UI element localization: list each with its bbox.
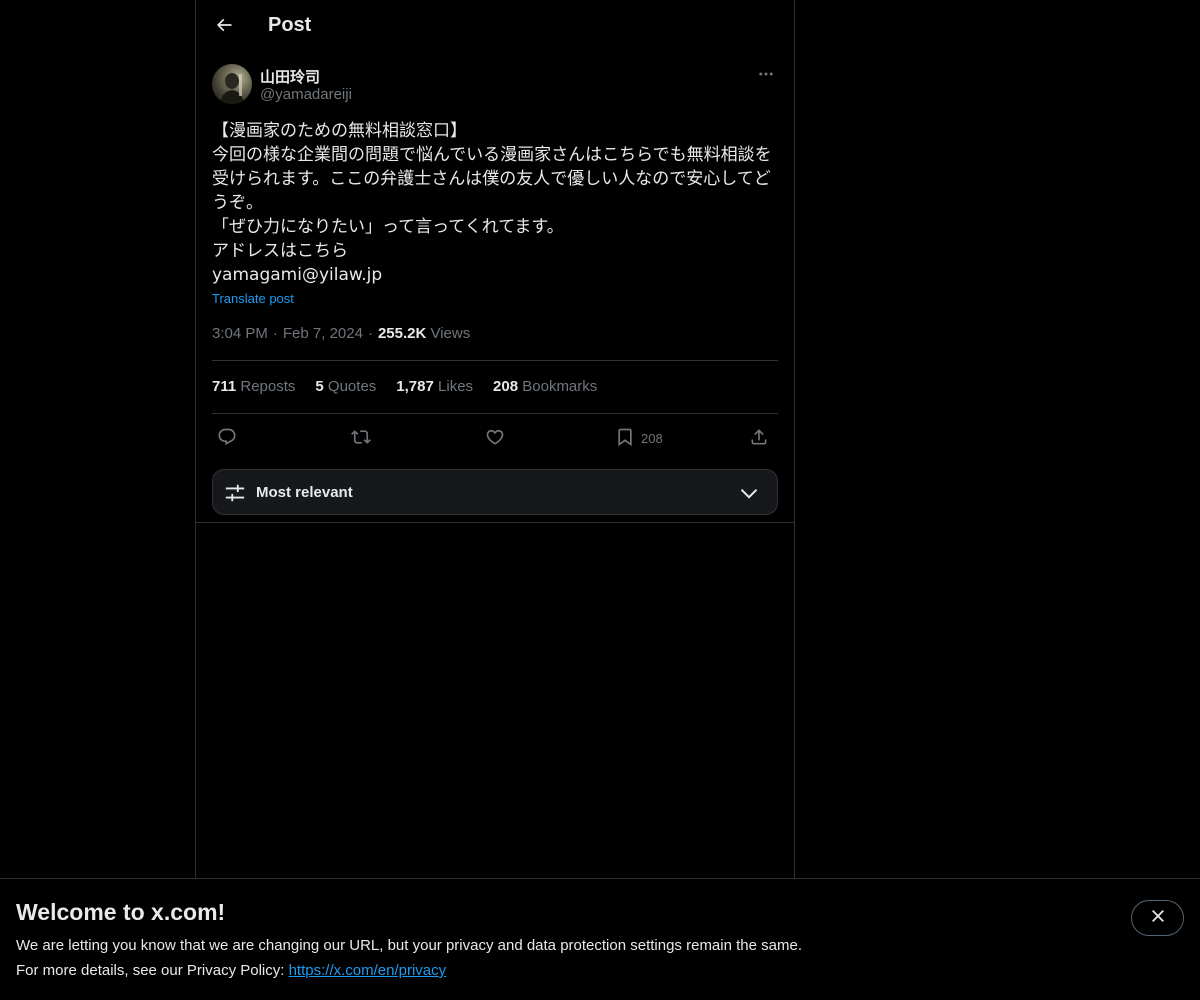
banner-privacy-note: For more details, see our Privacy Policy… <box>16 962 446 979</box>
reposts-label: Reposts <box>240 378 296 395</box>
reposts-count: 711 <box>212 378 237 395</box>
share-button[interactable] <box>749 424 769 452</box>
quotes-label: Quotes <box>327 378 377 395</box>
banner-title: Welcome to x.com! <box>16 899 226 925</box>
post-actions: 208 <box>212 424 778 452</box>
more-horizontal-icon <box>757 65 775 88</box>
close-icon <box>1150 908 1166 929</box>
post-stats: 711 Reposts 5 Quotes 1,787 Likes 208 Boo… <box>212 378 597 395</box>
privacy-policy-link[interactable]: https://x.com/en/privacy <box>289 962 447 979</box>
heart-icon <box>485 427 505 450</box>
separator: · <box>367 325 373 342</box>
close-banner-button[interactable] <box>1131 900 1184 936</box>
arrow-left-icon <box>214 15 234 40</box>
reply-sort-selector[interactable]: Most relevant <box>212 469 778 515</box>
primary-column: Post 山田玲司 @yamadareiji 【漫画家のための無料相談窓口】 今… <box>195 0 795 880</box>
author-display-name[interactable]: 山田玲司 <box>260 66 320 87</box>
bookmark-action-count: 208 <box>641 430 663 446</box>
like-button[interactable] <box>485 424 505 452</box>
likes-stat[interactable]: 1,787 Likes <box>396 378 473 395</box>
banner-message: We are letting you know that we are chan… <box>16 937 802 954</box>
bookmarks-stat[interactable]: 208 Bookmarks <box>493 378 597 395</box>
page-title: Post <box>268 14 312 36</box>
reply-icon <box>217 427 237 450</box>
quotes-count: 5 <box>315 378 324 395</box>
reposts-stat[interactable]: 711 Reposts <box>212 378 295 395</box>
more-options-button[interactable] <box>754 64 778 88</box>
post-time[interactable]: 3:04 PM <box>212 325 268 342</box>
post-meta: 3:04 PM · Feb 7, 2024 · 255.2K Views <box>212 325 470 342</box>
post-text: 【漫画家のための無料相談窓口】 今回の様な企業間の問題で悩んでいる漫画家さんはこ… <box>212 121 772 285</box>
sort-label: Most relevant <box>256 484 353 501</box>
bookmarks-count: 208 <box>493 378 519 395</box>
banner-privacy-prefix: For more details, see our Privacy Policy… <box>16 962 289 979</box>
chevron-down-icon <box>739 483 759 508</box>
repost-button[interactable] <box>351 424 371 452</box>
reply-button[interactable] <box>217 424 237 452</box>
avatar[interactable] <box>212 64 252 104</box>
translate-post-link[interactable]: Translate post <box>212 291 294 306</box>
repost-icon <box>351 427 371 450</box>
post-detail: Post 山田玲司 @yamadareiji 【漫画家のための無料相談窓口】 今… <box>196 0 794 523</box>
sliders-icon <box>224 482 246 509</box>
url-change-banner: Welcome to x.com! We are letting you kno… <box>0 878 1200 1000</box>
likes-count: 1,787 <box>396 378 434 395</box>
bookmark-button[interactable]: 208 <box>615 424 663 452</box>
bookmarks-label: Bookmarks <box>522 378 598 395</box>
author-handle[interactable]: @yamadareiji <box>260 86 352 103</box>
quotes-stat[interactable]: 5 Quotes <box>315 378 376 395</box>
views-count: 255.2K <box>377 325 427 342</box>
post-author: 山田玲司 @yamadareiji <box>212 64 778 108</box>
views-label: Views <box>430 325 471 342</box>
share-icon <box>749 427 769 450</box>
likes-label: Likes <box>438 378 474 395</box>
post-date[interactable]: Feb 7, 2024 <box>283 325 363 342</box>
divider <box>212 360 778 361</box>
separator: · <box>272 325 278 342</box>
page-header: Post <box>196 0 794 54</box>
bookmark-icon <box>615 427 635 450</box>
divider <box>212 413 778 414</box>
back-button[interactable] <box>208 11 240 43</box>
